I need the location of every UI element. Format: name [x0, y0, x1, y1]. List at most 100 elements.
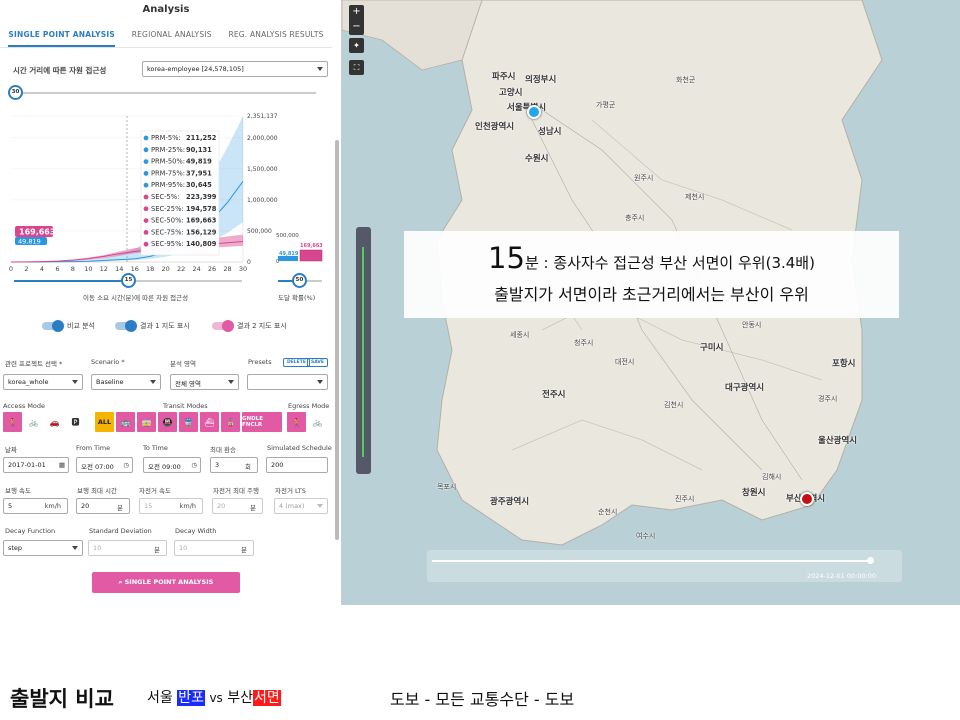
- tooltip-dot: [143, 230, 149, 235]
- from-time-input[interactable]: 오전 07:00 ◷: [76, 457, 133, 473]
- decay-select[interactable]: step: [3, 540, 83, 556]
- x-tick-label: 12: [100, 265, 108, 273]
- origin-busan-marker[interactable]: [800, 492, 814, 506]
- gondola-funicular-button[interactable]: GNDLE FNCLR: [242, 412, 282, 432]
- dataset-select[interactable]: korea-employee [24,578,105]: [142, 61, 328, 77]
- timeline-track[interactable]: [432, 560, 872, 562]
- walk-max-unit: 분: [117, 504, 123, 512]
- zoom-out-button[interactable]: −: [349, 20, 364, 35]
- tab-single-point[interactable]: SINGLE POINT ANALYSIS: [8, 24, 115, 47]
- delete-preset-button[interactable]: DELETE: [283, 358, 310, 367]
- time-slider-panel: 2024-12-01 00:00:00: [427, 550, 902, 582]
- bike-max-value: 20: [217, 502, 226, 510]
- tab-regional-results[interactable]: REG. ANALYSIS RESULTS: [228, 24, 323, 47]
- cable-car-icon[interactable]: 🚡: [221, 412, 240, 432]
- clock-icon: ◷: [123, 461, 129, 469]
- decay-width-value: 10: [179, 544, 188, 552]
- stddev-label: Standard Deviation: [89, 527, 152, 535]
- tooltip-label: PRM-95%:: [151, 181, 185, 189]
- x-tick-label: 26: [208, 265, 216, 273]
- x-tick-label: 2: [24, 265, 28, 273]
- to-time-label: To Time: [143, 444, 168, 452]
- stddev-input[interactable]: 10 분: [88, 540, 167, 556]
- date-input[interactable]: 2017-01-01 ▦: [3, 457, 69, 473]
- all-modes-button[interactable]: ALL: [95, 412, 114, 432]
- y-tick-label: 2,351,137: [247, 113, 278, 120]
- bike-lts-select[interactable]: 4 (max): [274, 498, 328, 514]
- city-label: 광주광역시: [490, 497, 530, 507]
- result2-toggle-label: 결과 2 지도 표시: [237, 322, 287, 330]
- x-tick-label: 14: [115, 265, 123, 273]
- toggle-dot: [52, 320, 64, 332]
- x-tick-label: 4: [40, 265, 44, 273]
- y-tick-label: 0: [247, 259, 251, 266]
- rail-icon[interactable]: 🚆: [179, 412, 198, 432]
- bike-icon[interactable]: 🚲: [308, 412, 327, 432]
- callout-line-1: 15분 : 종사자수 접근성 부산 서면이 우위(3.4배): [404, 241, 899, 275]
- sim-schedule-input[interactable]: 200: [266, 457, 328, 473]
- project-select[interactable]: korea_whole: [3, 374, 83, 390]
- walk-max-input[interactable]: 20 분: [76, 498, 130, 514]
- toggle-dot: [222, 320, 234, 332]
- city-label: 파주시: [492, 72, 516, 82]
- bike-max-input[interactable]: 20 분: [212, 498, 263, 514]
- y-tick-label: 2,000,000: [247, 135, 278, 142]
- dataset-value: korea-employee [24,578,105]: [147, 65, 244, 73]
- y-tick-label: 500,000: [247, 228, 272, 235]
- town-label: 대전시: [615, 358, 635, 366]
- bus-icon[interactable]: 🚌: [116, 412, 135, 432]
- walk-icon[interactable]: 🚶: [287, 412, 306, 432]
- map-view[interactable]: + − ✦ ⛶ 파주시 의정부시 고양시 서울특별시 인천광역시 성남시 수원시…: [342, 0, 960, 605]
- probability-slider-knob[interactable]: 50: [292, 273, 307, 288]
- ferry-icon[interactable]: ⛴: [200, 412, 219, 432]
- tram-icon[interactable]: 🚋: [137, 412, 156, 432]
- town-label: 제천시: [685, 193, 705, 201]
- analysis-panel: Analysis SINGLE POINT ANALYSIS REGIONAL …: [0, 0, 342, 605]
- walk-icon[interactable]: 🚶: [3, 412, 22, 432]
- chart-slider-track[interactable]: [128, 280, 242, 282]
- decay-label: Decay Function: [5, 527, 56, 535]
- callout-line-1-text: 분 : 종사자수 접근성 부산 서면이 우위(3.4배): [524, 254, 815, 272]
- result2-toggle[interactable]: [212, 320, 234, 332]
- compass-icon[interactable]: ✦: [349, 38, 364, 53]
- zoom-control: + −: [349, 5, 364, 35]
- result1-toggle[interactable]: [115, 320, 137, 332]
- x-tick-label: 20: [162, 265, 170, 273]
- time-slider-knob[interactable]: 30: [8, 85, 23, 100]
- timeline-handle[interactable]: [867, 557, 874, 564]
- area-select[interactable]: 전체 영역: [170, 374, 239, 390]
- chevron-down-icon: [317, 380, 323, 384]
- presets-label: Presets: [248, 358, 272, 366]
- time-slider-track[interactable]: [16, 92, 316, 94]
- origin-seoul-marker[interactable]: [527, 105, 541, 119]
- zoom-in-button[interactable]: +: [349, 5, 364, 20]
- panel-scrollbar[interactable]: [335, 140, 339, 540]
- stddev-value: 10: [93, 544, 102, 552]
- clock-icon: ◷: [191, 461, 197, 469]
- subway-icon[interactable]: 🚇: [158, 412, 177, 432]
- fullscreen-icon[interactable]: ⛶: [349, 60, 364, 75]
- compare-toggle[interactable]: [42, 320, 64, 332]
- max-transfer-input[interactable]: 3회: [210, 457, 258, 473]
- bike-speed-input[interactable]: 15 km/h: [139, 498, 203, 514]
- bike-icon[interactable]: 🚲: [24, 412, 43, 432]
- single-point-analysis-button[interactable]: ⌕ SINGLE POINT ANALYSIS: [92, 572, 240, 593]
- save-preset-button[interactable]: SAVE: [307, 358, 328, 367]
- side-bar-sec-label: 169,663: [300, 243, 323, 249]
- tooltip-dot: [143, 194, 149, 200]
- bike-lts-label: 자전거 LTS: [275, 487, 306, 495]
- timeline-timestamp: 2024-12-01 00:00:00: [807, 572, 877, 580]
- x-tick-label: 16: [131, 265, 139, 273]
- walk-max-value: 20: [81, 502, 90, 510]
- scenario-select[interactable]: Baseline: [91, 374, 161, 390]
- project-label: 관련 프로젝트 선택 *: [5, 360, 63, 368]
- decay-width-input[interactable]: 10 분: [174, 540, 254, 556]
- to-time-input[interactable]: 오전 09:00 ◷: [143, 457, 201, 473]
- callout-minute: 15: [488, 241, 525, 275]
- walk-speed-input[interactable]: 5 km/h: [3, 498, 68, 514]
- tab-regional[interactable]: REGIONAL ANALYSIS: [132, 24, 212, 47]
- chart-slider-knob[interactable]: 15: [121, 273, 136, 288]
- car-icon[interactable]: 🚗: [45, 412, 64, 432]
- parking-icon[interactable]: 🅿: [66, 412, 85, 432]
- presets-select[interactable]: [247, 374, 328, 390]
